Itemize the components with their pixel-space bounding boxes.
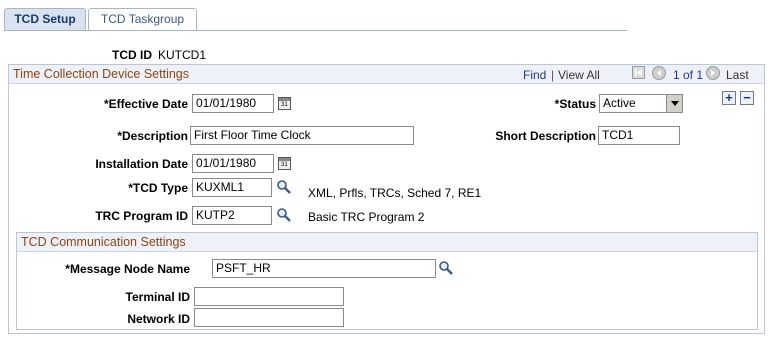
next-icon[interactable] bbox=[706, 66, 720, 80]
installation-date-label: Installation Date bbox=[95, 157, 188, 171]
description-input[interactable]: First Floor Time Clock bbox=[190, 126, 414, 145]
tab-tcd-taskgroup[interactable]: TCD Taskgroup bbox=[88, 8, 197, 31]
tcd-type-label: *TCD Type bbox=[128, 181, 188, 195]
terminal-id-input[interactable] bbox=[194, 287, 344, 306]
last-link[interactable]: Last bbox=[726, 67, 749, 83]
short-description-input[interactable]: TCD1 bbox=[598, 126, 680, 145]
tcd-type-description: XML, Prfls, TRCs, Sched 7, RE1 bbox=[308, 186, 482, 200]
add-row-button[interactable]: + bbox=[722, 91, 736, 105]
network-id-input[interactable] bbox=[194, 308, 344, 327]
chevron-down-icon[interactable] bbox=[666, 95, 682, 112]
calendar-icon[interactable] bbox=[278, 157, 291, 170]
tab-tcd-setup[interactable]: TCD Setup bbox=[4, 8, 86, 31]
trc-program-id-label: TRC Program ID bbox=[95, 209, 188, 223]
view-all-link[interactable]: View All bbox=[558, 67, 600, 83]
description-label: *Description bbox=[117, 129, 188, 143]
trc-program-description: Basic TRC Program 2 bbox=[308, 210, 425, 224]
tcd-communication-title: TCD Communication Settings bbox=[21, 235, 186, 249]
trc-program-id-input[interactable]: KUTP2 bbox=[192, 206, 272, 225]
message-node-label: *Message Node Name bbox=[65, 262, 190, 276]
tcd-id-value: KUTCD1 bbox=[158, 48, 207, 62]
tcd-type-input[interactable]: KUXML1 bbox=[192, 178, 272, 197]
page-info: 1 of 1 bbox=[673, 68, 704, 82]
status-label: *Status bbox=[554, 97, 596, 111]
previous-icon[interactable] bbox=[652, 66, 666, 80]
short-description-label: Short Description bbox=[495, 129, 596, 143]
message-node-input[interactable]: PSFT_HR bbox=[212, 259, 436, 278]
calendar-icon[interactable] bbox=[278, 97, 291, 110]
tcd-settings-title: Time Collection Device Settings bbox=[13, 67, 189, 81]
first-icon[interactable] bbox=[632, 66, 645, 79]
tcd-settings-header: Time Collection Device Settings bbox=[9, 65, 764, 84]
network-id-label: Network ID bbox=[127, 312, 190, 326]
tcd-communication-header: TCD Communication Settings bbox=[17, 233, 757, 252]
delete-row-button[interactable]: − bbox=[740, 91, 754, 105]
effective-date-input[interactable]: 01/01/1980 bbox=[192, 94, 274, 113]
installation-date-input[interactable]: 01/01/1980 bbox=[192, 154, 274, 173]
search-icon[interactable] bbox=[276, 207, 292, 223]
search-icon[interactable] bbox=[438, 260, 454, 276]
tab-divider bbox=[4, 30, 627, 31]
tcd-id-label: TCD ID bbox=[112, 48, 152, 62]
status-value: Active bbox=[603, 96, 636, 110]
nav-separator: | bbox=[551, 68, 555, 82]
find-link[interactable]: Find bbox=[523, 67, 546, 83]
status-select[interactable]: Active bbox=[599, 94, 683, 113]
search-icon[interactable] bbox=[276, 179, 292, 195]
effective-date-label: *Effective Date bbox=[103, 97, 188, 111]
terminal-id-label: Terminal ID bbox=[125, 290, 190, 304]
